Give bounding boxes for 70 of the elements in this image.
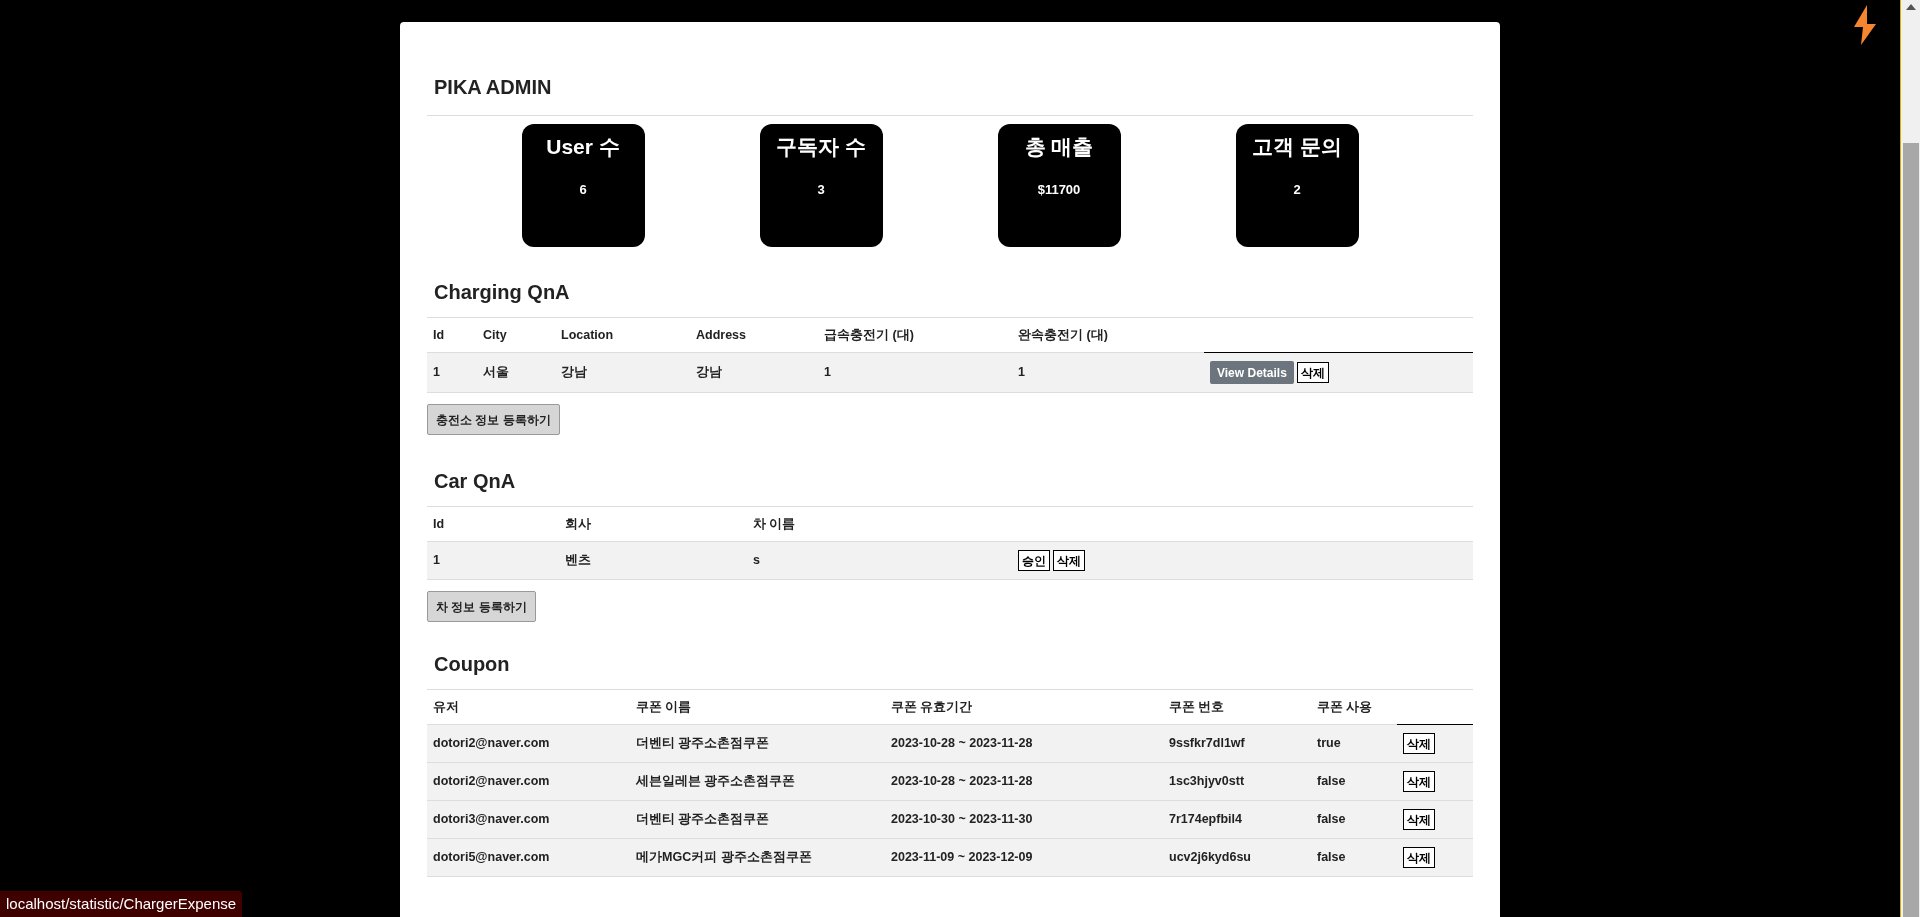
table-cell: true (1311, 724, 1397, 763)
column-header: 쿠폰 사용 (1317, 699, 1373, 714)
section-title: Car QnA (433, 469, 517, 493)
column-header: 회사 (565, 516, 591, 531)
stat-label: 고객 문의 (1252, 134, 1342, 160)
row-action-button[interactable]: 삭제 (1403, 809, 1435, 830)
add-button[interactable]: 차 정보 등록하기 (427, 591, 536, 622)
stat-value: 6 (579, 181, 587, 199)
add-button[interactable]: 충전소 정보 등록하기 (427, 404, 560, 435)
row-action-button[interactable]: 삭제 (1403, 771, 1435, 792)
table-cell: s (747, 541, 1012, 580)
section-title: Charging QnA (433, 280, 571, 304)
table-cell: 1 (427, 352, 477, 393)
lightning-icon[interactable] (1853, 5, 1878, 45)
stat-value: 2 (1293, 181, 1301, 199)
column-header: Location (561, 327, 614, 342)
stat-label: 총 매출 (1024, 134, 1094, 160)
table-cell: 2023-10-30 ~ 2023-11-30 (885, 800, 1163, 839)
table-cell: 벤츠 (559, 541, 747, 580)
table-cell: 강남 (690, 352, 818, 393)
table-cell: 2023-10-28 ~ 2023-11-28 (885, 762, 1163, 801)
table-cell: false (1311, 800, 1397, 839)
table-cell: 9ssfkr7dl1wf (1163, 724, 1311, 763)
column-header: Address (696, 327, 747, 342)
table-cell: 1 (427, 541, 559, 580)
column-header: City (483, 327, 507, 342)
table-cell: false (1311, 762, 1397, 801)
table-cell: 1 (818, 352, 1012, 393)
table-cell: dotori2@naver.com (427, 724, 630, 763)
column-header: 쿠폰 이름 (636, 699, 692, 714)
stat-value: $11700 (1037, 181, 1081, 199)
table-cell: 더벤티 광주소촌점쿠폰 (630, 724, 885, 763)
view-details-button[interactable]: View Details (1210, 361, 1294, 384)
column-header: 유저 (433, 699, 459, 714)
row-action-button[interactable]: 삭제 (1053, 550, 1085, 571)
row-action-button[interactable]: 삭제 (1296, 362, 1329, 383)
stat-label: User 수 (546, 134, 620, 160)
table-cell: ucv2j6kyd6su (1163, 838, 1311, 877)
table-cell: dotori3@naver.com (427, 800, 630, 839)
row-action-button[interactable]: 승인 (1018, 550, 1050, 571)
table-cell: 더벤티 광주소촌점쿠폰 (630, 800, 885, 839)
column-header: 완속충전기 (대) (1018, 327, 1108, 342)
table-cell: 7r174epfbil4 (1163, 800, 1311, 839)
table-cell: 세븐일레븐 광주소촌점쿠폰 (630, 762, 885, 801)
table-cell: 서울 (477, 352, 555, 393)
column-header: Id (433, 516, 445, 531)
table-cell: 강남 (555, 352, 690, 393)
table-cell: 1sc3hjyv0stt (1163, 762, 1311, 801)
page-title: PIKA ADMIN (434, 75, 553, 99)
row-action-button[interactable]: 삭제 (1403, 733, 1435, 754)
section-title: Coupon (433, 652, 511, 676)
scrollbar-thumb[interactable] (1903, 143, 1919, 917)
stat-label: 구독자 수 (776, 134, 866, 160)
scrollbar[interactable] (1900, 0, 1920, 917)
table-cell: 1 (1012, 352, 1204, 393)
stat-value: 3 (817, 181, 825, 199)
column-header: Id (433, 327, 445, 342)
column-header: 차 이름 (753, 516, 796, 531)
table-cell: 2023-11-09 ~ 2023-12-09 (885, 838, 1163, 877)
table-cell: 2023-10-28 ~ 2023-11-28 (885, 724, 1163, 763)
table-cell: dotori2@naver.com (427, 762, 630, 801)
scroll-up-arrow-icon[interactable] (1905, 4, 1916, 10)
column-header: 쿠폰 유효기간 (891, 699, 973, 714)
row-action-button[interactable]: 삭제 (1403, 847, 1435, 868)
column-header: 급속충전기 (대) (824, 327, 914, 342)
table-cell: dotori5@naver.com (427, 838, 630, 877)
table-cell: 메가MGC커피 광주소촌점쿠폰 (630, 838, 885, 877)
status-bar-url: localhost/statistic/ChargerExpense (0, 890, 243, 917)
column-header: 쿠폰 번호 (1169, 699, 1225, 714)
table-cell: false (1311, 838, 1397, 877)
